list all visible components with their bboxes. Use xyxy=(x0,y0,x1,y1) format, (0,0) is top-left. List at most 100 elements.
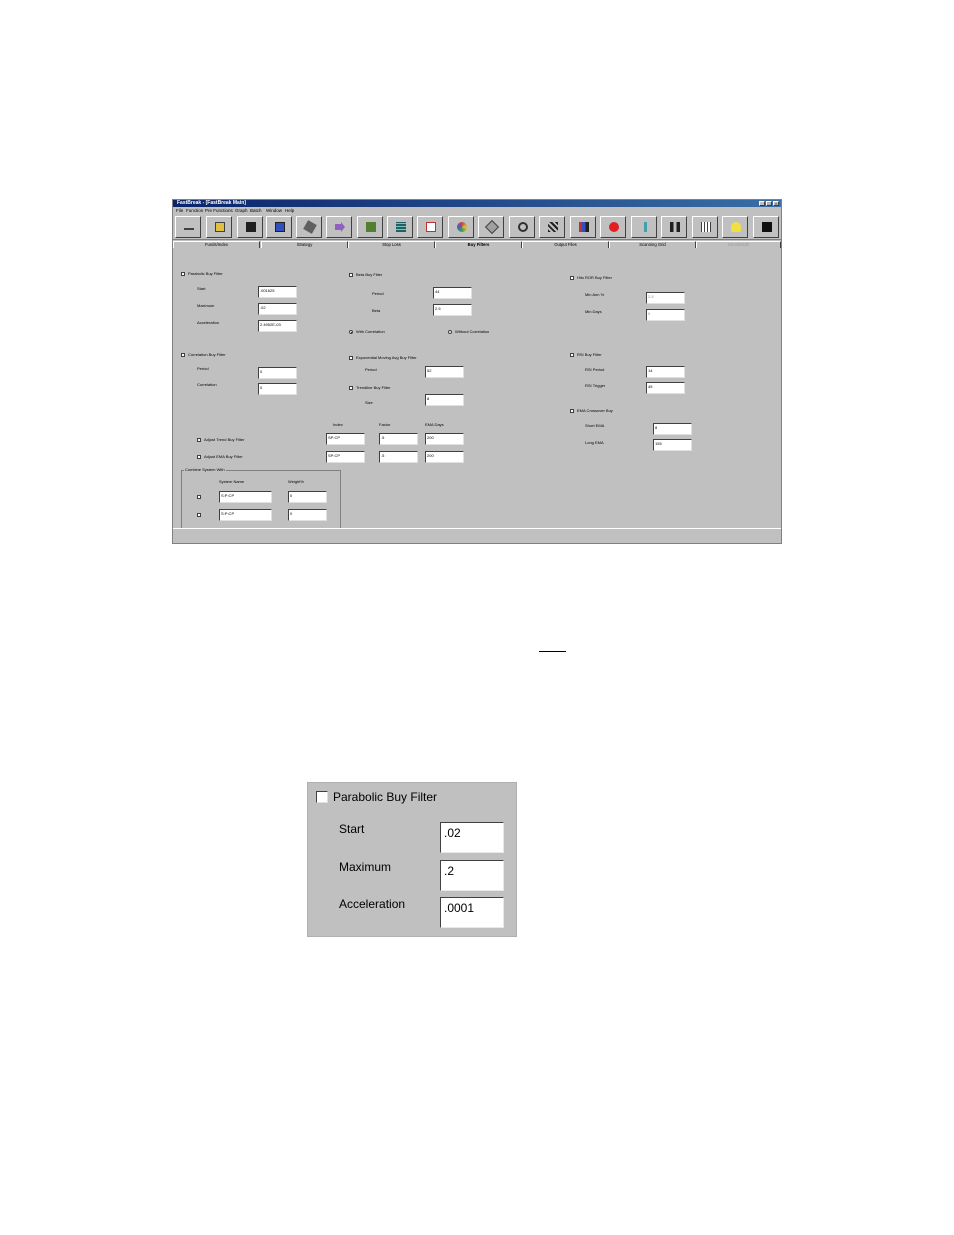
tab-scanning-grid[interactable]: Scanning Grid xyxy=(609,241,696,248)
minimize-window-button[interactable]: _ xyxy=(759,201,765,206)
zoom-maximum-field[interactable]: .2 xyxy=(440,860,504,891)
toolbar-button-fund[interactable] xyxy=(357,216,383,238)
zoom-accel-field[interactable]: .0001 xyxy=(440,897,504,928)
adjust-trend-index-field[interactable]: SP:CP xyxy=(326,433,365,445)
close-window-button[interactable]: × xyxy=(773,201,779,206)
parabolic-maximum-field[interactable]: .02 xyxy=(258,303,297,315)
adjust-trend-days-field[interactable]: 200 xyxy=(425,433,464,445)
weight-header: Weight% xyxy=(288,479,304,484)
beta-buy-filter-label: Beta Buy Filter xyxy=(356,272,383,277)
beta-buy-filter-checkbox[interactable] xyxy=(349,273,353,277)
toolbar-button-color-wheel[interactable] xyxy=(448,216,474,238)
long-ema-field[interactable]: 155 xyxy=(653,439,692,451)
tab-funds-index[interactable]: Funds/Index xyxy=(173,241,260,248)
toolbar-button-exit[interactable] xyxy=(753,216,779,238)
toolbar-button-table[interactable] xyxy=(692,216,718,238)
combine-row-1-checkbox[interactable] xyxy=(197,495,201,499)
tab-stop-loss[interactable]: Stop Loss xyxy=(348,241,435,248)
tab-buy-filters[interactable]: Buy Filters xyxy=(435,241,522,248)
rsi-period-field[interactable]: 14 xyxy=(646,366,685,378)
toolbar-button-run[interactable] xyxy=(266,216,292,238)
combine-row-1-weight-field[interactable]: 0 xyxy=(288,491,327,503)
status-bar xyxy=(173,528,781,543)
rsi-trigger-field[interactable]: 45 xyxy=(646,382,685,394)
toolbar-button-open[interactable] xyxy=(206,216,232,238)
beta-beta-field[interactable]: 2.5 xyxy=(433,304,472,316)
gear-icon xyxy=(518,222,528,232)
adjust-ema-checkbox[interactable] xyxy=(197,455,201,459)
ema-crossover-label: EMA Crossover Buy xyxy=(577,408,613,413)
menu-pre-functions[interactable]: Pre Functions xyxy=(205,207,233,214)
zoom-start-label: Start xyxy=(339,822,365,836)
ema-period-field[interactable]: 52 xyxy=(425,366,464,378)
toolbar-button-chart[interactable] xyxy=(417,216,443,238)
correlation-correlation-field[interactable]: 0 xyxy=(258,383,297,395)
combine-row-1-system-field[interactable]: S:P:CP xyxy=(219,491,272,503)
tab-output-files[interactable]: Output Files xyxy=(522,241,609,248)
ema-crossover-checkbox[interactable] xyxy=(570,409,574,413)
toolbar-button-network[interactable] xyxy=(539,216,565,238)
bars-icon xyxy=(579,222,589,232)
toolbar-button-copy[interactable] xyxy=(296,216,322,238)
menu-window[interactable]: Window xyxy=(266,207,282,214)
zoom-start-field[interactable]: .02 xyxy=(440,822,504,853)
tab-genetic-edit[interactable]: GeneticEdit xyxy=(696,241,781,248)
menu-graph[interactable]: Graph xyxy=(235,207,248,214)
parabolic-start-field[interactable]: .001625 xyxy=(258,286,297,298)
zoom-parabolic-checkbox[interactable] xyxy=(316,791,328,803)
adjust-trend-factor-field[interactable]: .5 xyxy=(379,433,418,445)
arrow-icon xyxy=(335,222,345,232)
parabolic-buy-filter-checkbox[interactable] xyxy=(181,272,185,276)
toolbar-button-bars[interactable] xyxy=(570,216,596,238)
menu-batch[interactable]: Batch xyxy=(250,207,262,214)
tab-strip: Funds/Index Strategy Stop Loss Buy Filte… xyxy=(173,241,781,248)
menu-function[interactable]: Function xyxy=(186,207,203,214)
toolbar-button-diamond[interactable] xyxy=(478,216,504,238)
toolbar-button-people[interactable] xyxy=(661,216,687,238)
toolbar-button-minimize[interactable] xyxy=(175,216,201,238)
adjust-ema-factor-field[interactable]: .5 xyxy=(379,451,418,463)
toolbar-button-stop[interactable] xyxy=(600,216,626,238)
trendline-size-label: Size xyxy=(365,400,373,405)
ema-period-label: Period xyxy=(365,367,377,372)
ema-buy-filter-checkbox[interactable] xyxy=(349,356,353,360)
maximize-window-button[interactable]: □ xyxy=(766,201,772,206)
adjust-ema-days-field[interactable]: 200 xyxy=(425,451,464,463)
trendline-size-field[interactable]: 8 xyxy=(425,394,464,406)
toolbar-button-grid[interactable] xyxy=(387,216,413,238)
combine-row-2-checkbox[interactable] xyxy=(197,513,201,517)
adjust-trend-checkbox[interactable] xyxy=(197,438,201,442)
toolbar-button-arrow[interactable] xyxy=(326,216,352,238)
toolbar-button-save[interactable] xyxy=(237,216,263,238)
combine-row-2-weight-field[interactable]: 0 xyxy=(288,509,327,521)
toolbar-button-lightbulb[interactable] xyxy=(722,216,748,238)
trendline-buy-filter-checkbox[interactable] xyxy=(349,386,353,390)
tab-strategy[interactable]: Strategy xyxy=(261,241,348,248)
hilo-minann-label: Min Ann % xyxy=(585,292,605,297)
menu-help[interactable]: Help xyxy=(285,207,294,214)
combine-row-2-system-field[interactable]: S:P:CP xyxy=(219,509,272,521)
short-ema-field[interactable]: 8 xyxy=(653,423,692,435)
toolbar-button-wrench[interactable] xyxy=(631,216,657,238)
correlation-period-field[interactable]: 0 xyxy=(258,367,297,379)
toolbar-button-gear[interactable] xyxy=(509,216,535,238)
title-bar: FastBreak - [FastBreak Main] _ □ × xyxy=(173,200,781,207)
adjust-ema-index-field[interactable]: SP:CP xyxy=(326,451,365,463)
menu-bar: File Function Pre Functions Graph Batch … xyxy=(173,207,781,214)
stop-icon xyxy=(609,222,619,232)
parabolic-accel-field[interactable]: 2.4952E-03 xyxy=(258,320,297,332)
chart-icon xyxy=(426,222,436,232)
parabolic-buy-filter-label: Parabolic Buy Filter xyxy=(188,271,223,276)
hilo-ror-checkbox[interactable] xyxy=(570,276,574,280)
diamond-icon xyxy=(484,219,500,235)
parabolic-maximum-label: Maximum xyxy=(197,303,215,308)
hilo-mindays-field[interactable]: 0 xyxy=(646,309,685,321)
beta-period-field[interactable]: 44 xyxy=(433,287,472,299)
hilo-minann-field[interactable]: 2.5 xyxy=(646,292,685,304)
rsi-buy-filter-checkbox[interactable] xyxy=(570,353,574,357)
without-correlation-radio[interactable] xyxy=(448,330,452,334)
correlation-buy-filter-checkbox[interactable] xyxy=(181,353,185,357)
run-icon xyxy=(275,222,285,232)
menu-file[interactable]: File xyxy=(176,207,183,214)
with-correlation-radio[interactable] xyxy=(349,330,353,334)
